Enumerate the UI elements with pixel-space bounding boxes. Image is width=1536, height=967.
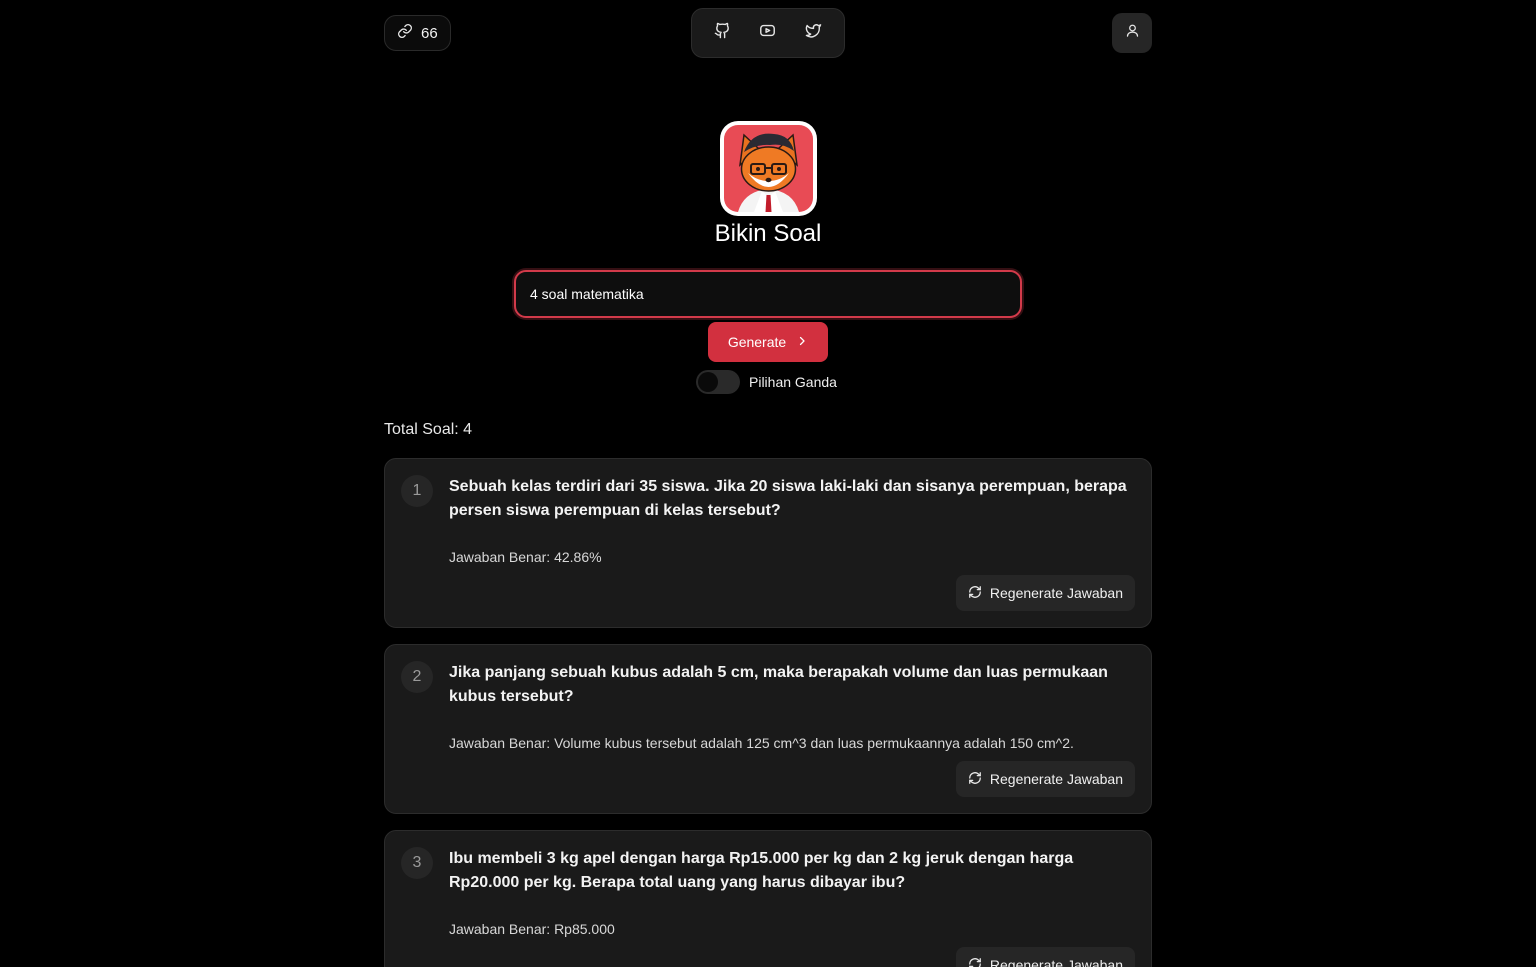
multiple-choice-toggle[interactable] bbox=[696, 370, 740, 394]
regenerate-answer-button[interactable]: Regenerate Jawaban bbox=[955, 947, 1135, 967]
refresh-icon bbox=[968, 771, 982, 788]
youtube-icon bbox=[759, 22, 776, 44]
github-icon bbox=[714, 22, 731, 44]
social-links bbox=[691, 8, 845, 58]
question-number: 1 bbox=[401, 475, 433, 507]
question-card: 2 Jika panjang sebuah kubus adalah 5 cm,… bbox=[384, 644, 1152, 814]
question-text: Ibu membeli 3 kg apel dengan harga Rp15.… bbox=[449, 850, 1074, 891]
refresh-icon bbox=[968, 957, 982, 967]
chevron-right-icon bbox=[796, 334, 808, 350]
question-text: Sebuah kelas terdiri dari 35 siswa. Jika… bbox=[449, 478, 1127, 519]
credits-badge[interactable]: 66 bbox=[384, 15, 451, 51]
credits-count: 66 bbox=[421, 24, 438, 42]
total-questions: Total Soal: 4 bbox=[384, 421, 473, 438]
link-icon bbox=[397, 23, 413, 43]
user-icon bbox=[1125, 23, 1140, 43]
twitter-icon bbox=[805, 22, 822, 44]
correct-answer: Jawaban Benar: Volume kubus tersebut ada… bbox=[449, 735, 1074, 751]
toggle-knob bbox=[698, 372, 718, 392]
page: 66 Bikin Soal 4 soal matematika Generate… bbox=[0, 0, 1536, 967]
regenerate-answer-button[interactable]: Regenerate Jawaban bbox=[955, 761, 1135, 797]
question-number: 3 bbox=[401, 847, 433, 879]
correct-answer: Jawaban Benar: Rp85.000 bbox=[449, 921, 615, 937]
page-title: Bikin Soal bbox=[714, 220, 822, 247]
correct-answer: Jawaban Benar: 42.86% bbox=[449, 549, 602, 565]
twitter-link[interactable] bbox=[797, 17, 829, 49]
question-text: Jika panjang sebuah kubus adalah 5 cm, m… bbox=[449, 664, 1108, 705]
fox-mascot-logo bbox=[720, 121, 817, 216]
user-menu-button[interactable] bbox=[1112, 13, 1152, 53]
question-card: 3 Ibu membeli 3 kg apel dengan harga Rp1… bbox=[384, 830, 1152, 967]
regenerate-answer-button[interactable]: Regenerate Jawaban bbox=[955, 575, 1135, 611]
regenerate-label: Regenerate Jawaban bbox=[989, 585, 1123, 601]
youtube-link[interactable] bbox=[752, 17, 784, 49]
question-number: 2 bbox=[401, 661, 433, 693]
generate-button[interactable]: Generate bbox=[708, 322, 828, 362]
toggle-label: Pilihan Ganda bbox=[749, 374, 837, 390]
regenerate-label: Regenerate Jawaban bbox=[989, 771, 1123, 787]
regenerate-label: Regenerate Jawaban bbox=[989, 957, 1123, 967]
multiple-choice-toggle-row: Pilihan Ganda bbox=[696, 370, 837, 394]
prompt-input[interactable] bbox=[514, 270, 1022, 318]
github-link[interactable] bbox=[707, 17, 739, 49]
generate-label: Generate bbox=[727, 334, 787, 350]
question-card: 1 Sebuah kelas terdiri dari 35 siswa. Ji… bbox=[384, 458, 1152, 628]
refresh-icon bbox=[968, 585, 982, 602]
